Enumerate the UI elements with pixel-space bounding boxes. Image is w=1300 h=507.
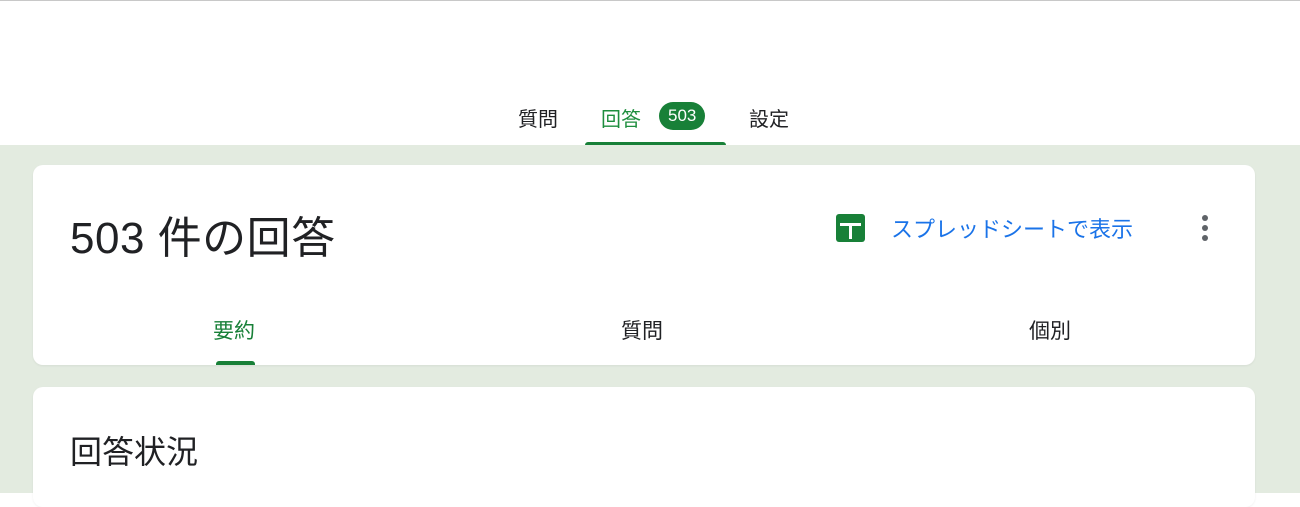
view-in-sheets-button[interactable]: スプレッドシートで表示 (836, 213, 1133, 243)
google-sheets-icon (836, 214, 865, 242)
responses-count-title: 503 件の回答 (70, 214, 336, 263)
header-bar: 質問 回答 503 設定 (0, 0, 1300, 146)
subtab-summary[interactable]: 要約 (213, 315, 255, 345)
tab-settings-label: 設定 (749, 109, 789, 131)
tab-questions-label: 質問 (518, 109, 558, 131)
tab-responses-label: 回答 (601, 109, 641, 131)
response-count-badge: 503 (659, 102, 706, 130)
response-status-title: 回答状況 (70, 434, 199, 470)
tab-settings[interactable]: 設定 (749, 93, 789, 146)
more-options-button[interactable] (1193, 211, 1217, 245)
subtab-questions[interactable]: 質問 (621, 315, 663, 345)
subtab-active-indicator (216, 361, 255, 365)
responses-summary-card: 503 件の回答 スプレッドシートで表示 要約 質問 個別 (33, 165, 1255, 365)
view-in-sheets-label: スプレッドシートで表示 (891, 217, 1134, 242)
more-vert-icon (1202, 215, 1208, 221)
response-status-card: 回答状況 (33, 387, 1255, 507)
subtab-individual[interactable]: 個別 (1029, 315, 1071, 345)
form-tabs: 質問 回答 503 設定 (0, 93, 1300, 146)
tab-questions[interactable]: 質問 (518, 93, 558, 146)
tab-responses[interactable]: 回答 503 (585, 93, 726, 146)
